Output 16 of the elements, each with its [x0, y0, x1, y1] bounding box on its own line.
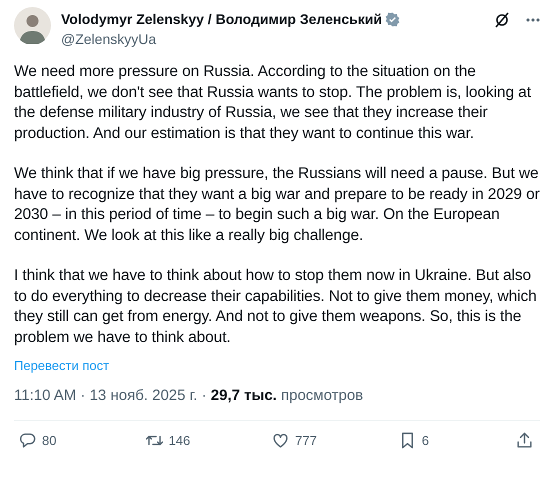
post-paragraph: I think that we have to think about how to stop them now in Ukraine. But also to do everything to decrease their capabilities. Not to give them money, which they still can get from energy. And not to give them weapons. So, this is the problem we have to think about. [14, 266, 538, 348]
author-handle[interactable]: @ZelenskyyUa [61, 31, 484, 47]
like-button[interactable]: 777 [271, 431, 398, 450]
repost-button[interactable]: 146 [144, 431, 272, 450]
slashed-circle-icon[interactable] [494, 12, 510, 28]
post-meta: 11:10 AM · 13 нояб. 2025 г. · 29,7 тыс. просмотров [14, 387, 364, 404]
author-name[interactable]: Volodymyr Zelenskyy / Володимир Зеленський [61, 11, 382, 27]
avatar[interactable] [14, 7, 51, 44]
reply-icon [18, 431, 37, 450]
bookmark-button[interactable]: 6 [398, 431, 515, 450]
heart-icon [271, 431, 290, 450]
post-paragraph: We need more pressure on Russia. According to the situation on the battlefield, we don't see that Russia wants to stop. The problem is, looking at the defense military industry of Russia, we see that they increase their production. And our estimation is that they want to continue this war. [14, 62, 532, 144]
more-icon[interactable] [526, 18, 540, 22]
share-icon [514, 431, 534, 450]
reply-button[interactable]: 80 [18, 431, 145, 450]
post-paragraph: We think that if we have big pressure, the Russians will need a pause. But we have to recognize that they want a big war and prepare to be ready in 2029 or 2030 – in this period of time – to begin such a big war. On the European continent. We look at this like a really big challenge. [14, 164, 540, 246]
